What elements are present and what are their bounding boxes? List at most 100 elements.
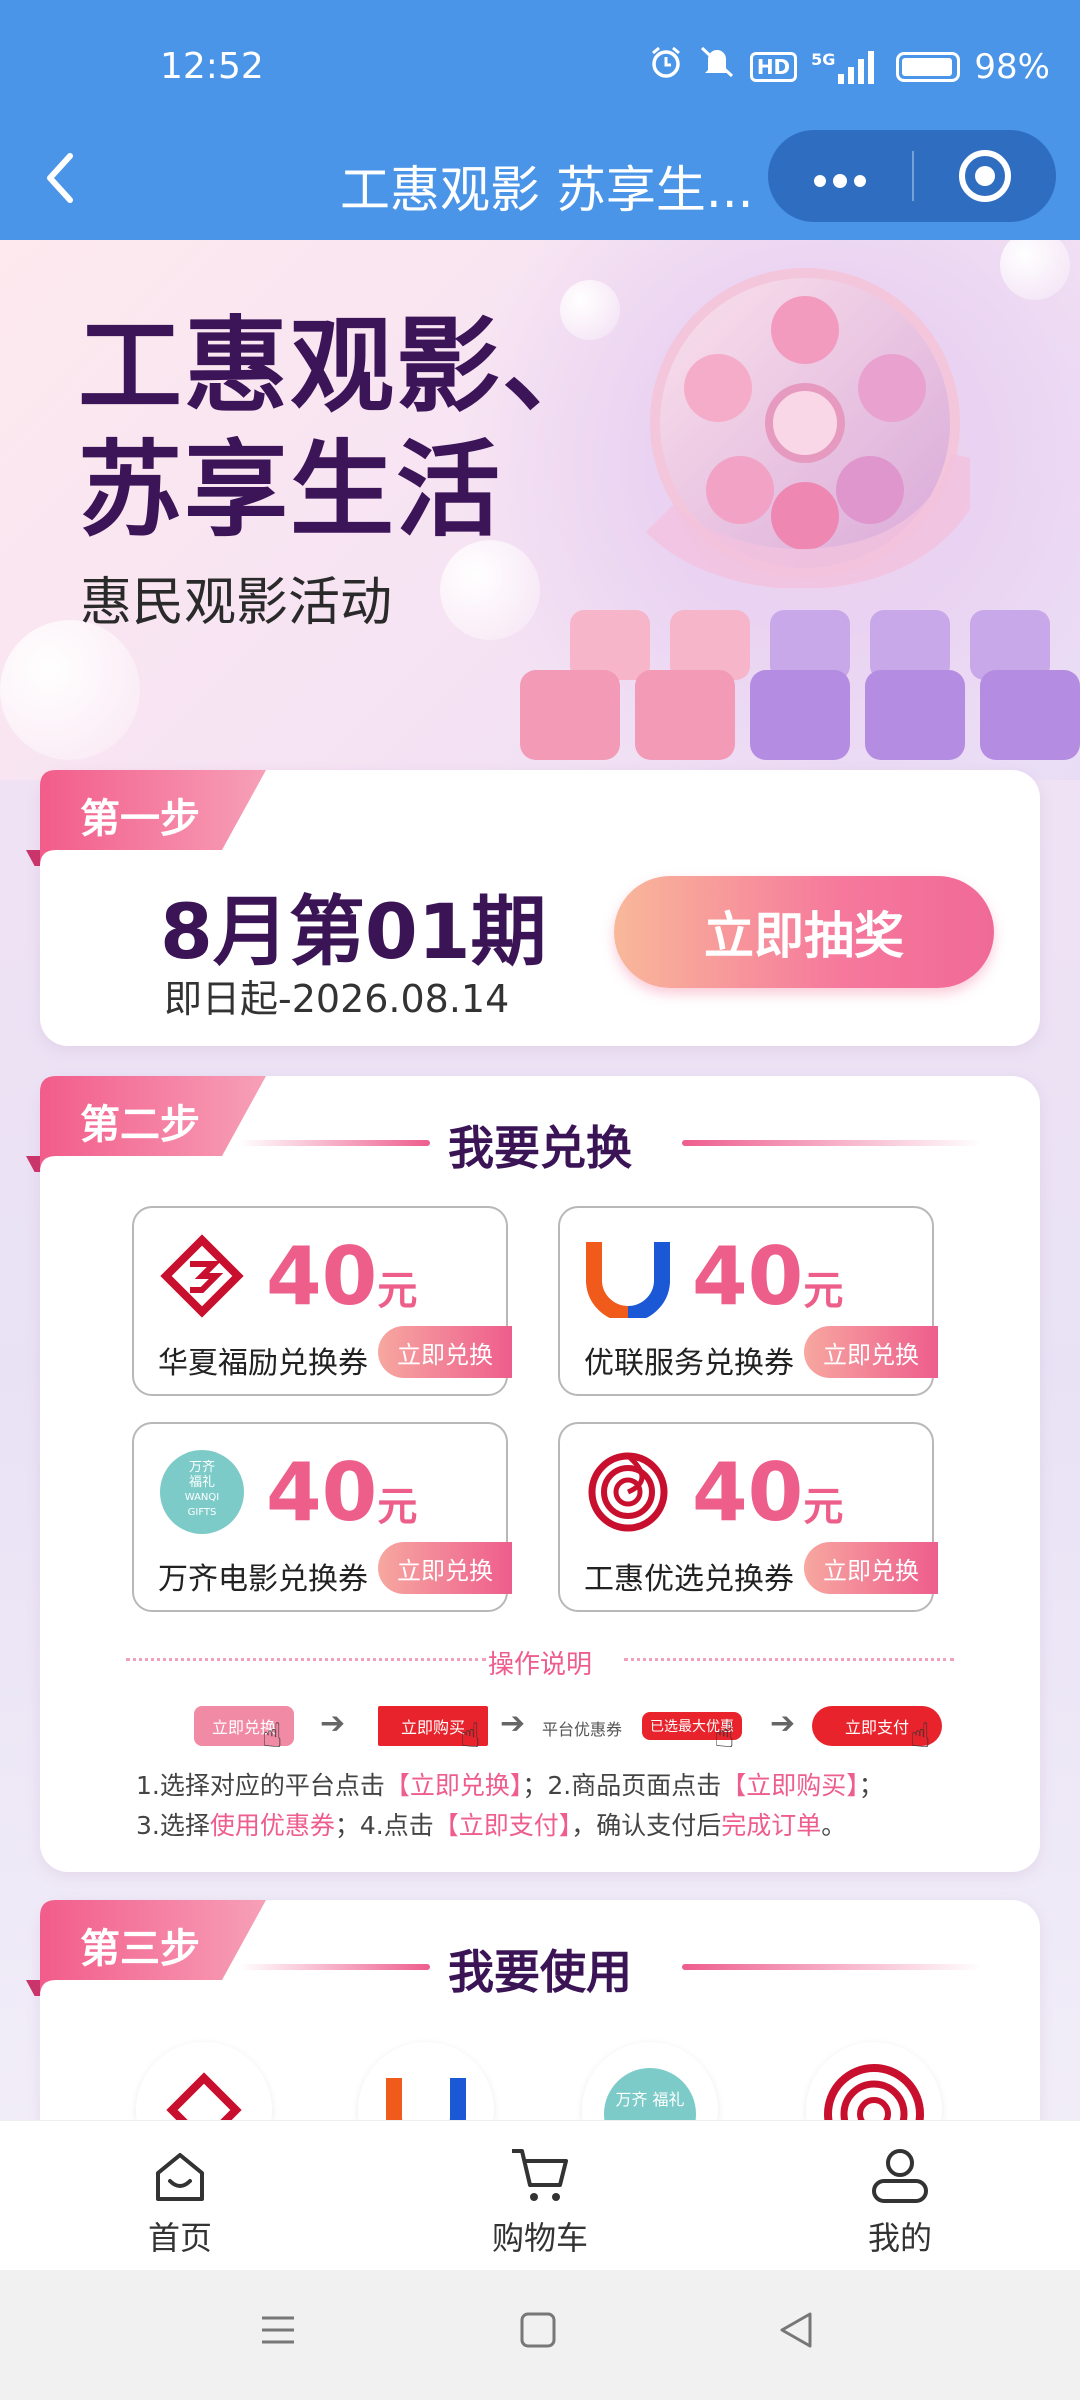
cart-icon: [440, 2141, 640, 2205]
status-bar: 12:52 HD 5G 98%: [0, 0, 1080, 136]
flow-platform-coupon: 平台优惠券: [542, 1720, 623, 1739]
back-arrow-icon[interactable]: [40, 148, 80, 219]
youlian-logo-icon: [586, 1242, 670, 1318]
hero-banner: 工惠观影、 苏享生活 惠民观影活动: [0, 240, 1080, 780]
home-square-icon[interactable]: [518, 2310, 558, 2354]
coupon-name: 华夏福励兑换券: [158, 1346, 368, 1381]
tab-cart-label: 购物车: [491, 2219, 588, 2257]
flow-arrow-icon: ➔: [770, 1706, 796, 1741]
instr-highlight: 使用优惠券: [209, 1811, 335, 1840]
coupon-amount: 40元: [266, 1230, 417, 1323]
lottery-period: 8月第01期: [160, 887, 547, 976]
cinema-seats-illustration: [520, 610, 1080, 760]
status-icons: HD 5G 98%: [648, 44, 1050, 89]
lottery-date-range: 即日起-2026.08.14: [164, 977, 510, 1021]
wanqi-logo-icon: 万齐 福礼: [604, 2068, 696, 2120]
redeem-button[interactable]: 立即兑换: [378, 1542, 512, 1594]
instructions-line1: 1.选择对应的平台点击【立即兑换】；2.商品页面点击【立即购买】；: [136, 1766, 884, 1806]
coupon-card-huaxia: 40元 华夏福励兑换券 立即兑换: [132, 1206, 512, 1396]
coupon-amount-unit: 元: [803, 1268, 844, 1314]
instr-text: ；: [858, 1771, 884, 1800]
alarm-icon: [648, 44, 684, 89]
hd-icon: HD: [749, 51, 798, 82]
huaxia-logo-icon: [166, 2072, 242, 2120]
use-title: 我要使用: [448, 1945, 632, 1999]
nav-bar: 工惠观影 苏享生...: [0, 130, 1080, 240]
howto-title: 操作说明: [487, 1650, 592, 1680]
redeem-button[interactable]: 立即兑换: [804, 1326, 938, 1378]
coupon-amount-unit: 元: [377, 1484, 418, 1530]
instr-text: ；4.点击: [334, 1811, 434, 1840]
instr-highlight: 完成订单: [721, 1811, 822, 1840]
back-triangle-icon[interactable]: [776, 2310, 816, 2354]
flow-arrow-icon: ➔: [320, 1706, 346, 1741]
gonghui-logo-icon: [588, 1452, 668, 1532]
instr-highlight: 【立即购买】: [721, 1771, 859, 1800]
coupon-amount: 40元: [692, 1446, 843, 1539]
coupon-amount-value: 40: [692, 1446, 804, 1539]
use-wanqi-button[interactable]: 万齐 福礼: [582, 2042, 718, 2120]
hero-subtitle: 惠民观影活动: [80, 573, 393, 633]
wanqi-logo-text: GIFTS: [187, 1507, 217, 1518]
menu-icon[interactable]: [258, 2310, 298, 2354]
instr-text: 。: [821, 1811, 847, 1840]
signal-icon: 5G: [811, 50, 882, 84]
instructions-line2: 3.选择使用优惠券；4.点击【立即支付】，确认支付后完成订单。: [136, 1806, 884, 1846]
tab-home-label: 首页: [147, 2219, 212, 2257]
hand-pointer-icon: ☝: [460, 1716, 481, 1756]
tab-cart[interactable]: 购物车: [440, 2141, 640, 2259]
target-icon: [959, 150, 1011, 202]
status-time: 12:52: [160, 46, 264, 87]
redeem-button[interactable]: 立即兑换: [804, 1542, 938, 1594]
step1-tag: [26, 770, 266, 866]
instr-text: ；2.商品页面点击: [522, 1771, 722, 1800]
instr-text: 1.选择对应的平台点击: [136, 1771, 385, 1800]
redeem-button[interactable]: 立即兑换: [378, 1326, 512, 1378]
network-type: 5G: [811, 49, 836, 69]
use-huaxia-button[interactable]: [136, 2042, 272, 2120]
hand-pointer-icon: ☝: [910, 1716, 931, 1756]
hand-pointer-icon: ☝: [714, 1716, 735, 1756]
battery-level: 98%: [974, 46, 1050, 87]
tab-home[interactable]: 首页: [80, 2141, 280, 2259]
close-mini-program-button[interactable]: [914, 150, 1056, 202]
system-navigation-bar: [0, 2270, 1080, 2400]
mute-icon: [698, 44, 736, 89]
coupon-amount: 40元: [692, 1230, 843, 1323]
bubble-decoration: [0, 620, 140, 760]
coupon-amount-unit: 元: [803, 1484, 844, 1530]
coupon-amount: 40元: [266, 1446, 417, 1539]
instr-highlight: 【立即支付】: [433, 1811, 572, 1840]
step3-card: 第三步 我要使用 万齐 福礼: [26, 1900, 1040, 2120]
use-gonghui-button[interactable]: [806, 2042, 942, 2120]
hero-title-line2: 苏享生活: [78, 429, 503, 551]
wanqi-logo-text: WANQI: [184, 1492, 220, 1503]
coupon-name: 工惠优选兑换券: [584, 1562, 794, 1597]
page-title: 工惠观影 苏享生...: [340, 161, 754, 219]
youlian-logo-icon: [386, 2078, 466, 2120]
howto-flow-diagram: 立即兑换 ☝ ➔ 立即购买 ☝ ➔ 平台优惠券 已选最大优惠 ☝ ➔ 立即支付 …: [140, 1700, 960, 1760]
page-content[interactable]: 工惠观影、 苏享生活 惠民观影活动 第一步 8月第01期 即日起-2026.08…: [0, 240, 1080, 2120]
flow-arrow-icon: ➔: [500, 1706, 526, 1741]
home-icon: [80, 2141, 280, 2205]
coupon-name: 优联服务兑换券: [584, 1346, 794, 1381]
wanqi-logo-icon: 万齐 福礼 WANQI GIFTS: [160, 1450, 244, 1534]
hand-pointer-icon: ☝: [262, 1716, 283, 1756]
tab-profile[interactable]: 我的: [800, 2141, 1000, 2259]
use-youlian-button[interactable]: [358, 2042, 494, 2120]
exchange-title: 我要兑换: [448, 1121, 632, 1175]
battery-icon: [896, 51, 961, 82]
mini-program-capsule: [768, 130, 1056, 222]
instr-text: 3.选择: [136, 1811, 210, 1840]
film-reel-illustration: [645, 268, 970, 588]
howto-instructions: 1.选择对应的平台点击【立即兑换】；2.商品页面点击【立即购买】； 3.选择使用…: [136, 1766, 884, 1846]
profile-icon: [800, 2141, 1000, 2205]
gonghui-logo-icon: [824, 2064, 924, 2120]
step1-card: 第一步 8月第01期 即日起-2026.08.14 立即抽奖: [26, 770, 1040, 1046]
bottom-tab-bar: 首页 购物车 我的: [0, 2120, 1080, 2270]
huaxia-logo-icon: [160, 1234, 244, 1318]
coupon-amount-value: 40: [266, 1230, 378, 1323]
draw-lottery-button[interactable]: 立即抽奖: [614, 876, 994, 988]
more-dots-icon[interactable]: [768, 151, 912, 202]
coupon-card-youlian: 40元 优联服务兑换券 立即兑换: [558, 1206, 938, 1396]
